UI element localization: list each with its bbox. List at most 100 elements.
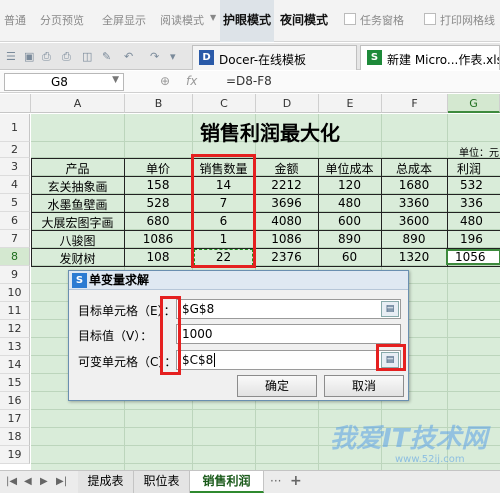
sheet-tab-sales-profit[interactable]: 销售利润: [190, 471, 264, 493]
row-header-1[interactable]: 1: [0, 114, 30, 142]
reading-mode-button[interactable]: 阅读模式: [160, 12, 204, 28]
cell-d4[interactable]: 2212: [255, 178, 318, 192]
cell-f8[interactable]: 1320: [381, 250, 447, 264]
cell-b6[interactable]: 680: [124, 214, 192, 228]
tab-workbook[interactable]: S 新建 Micro...作表.xlsx: [360, 45, 500, 70]
cell-a6[interactable]: 大展宏图字画: [31, 214, 124, 231]
dialog-title-bar[interactable]: S 单变量求解: [69, 271, 408, 290]
first-sheet-icon[interactable]: |◀: [6, 476, 17, 487]
cell-a7[interactable]: 八骏图: [31, 232, 124, 249]
file-menu-icon[interactable]: ☰: [6, 50, 16, 63]
cell-a8[interactable]: 发财树: [31, 250, 124, 267]
format-painter-icon[interactable]: ✎: [102, 50, 111, 63]
row-header-2[interactable]: 2: [0, 142, 30, 158]
cell-a5[interactable]: 水墨鱼壁画: [31, 196, 124, 213]
ok-button[interactable]: 确定: [237, 375, 317, 397]
cell-d5[interactable]: 3696: [255, 196, 318, 210]
eye-protection-mode-button[interactable]: 护眼模式: [223, 11, 271, 28]
sheet-tab-commission[interactable]: 提成表: [78, 471, 134, 493]
row-header-15[interactable]: 15: [0, 374, 30, 392]
last-sheet-icon[interactable]: ▶|: [56, 476, 67, 487]
cell-g4[interactable]: 532: [447, 178, 500, 192]
cell-f5[interactable]: 3360: [381, 196, 447, 210]
cell-f4[interactable]: 1680: [381, 178, 447, 192]
night-mode-button[interactable]: 夜间模式: [280, 11, 328, 28]
cell-e7[interactable]: 890: [318, 232, 381, 246]
name-box[interactable]: G8 ▼: [4, 73, 124, 91]
export-icon[interactable]: ⎙: [42, 50, 51, 64]
row-header-10[interactable]: 10: [0, 284, 30, 302]
row-header-14[interactable]: 14: [0, 356, 30, 374]
chevron-down-icon[interactable]: ▼: [112, 75, 119, 85]
cell-e5[interactable]: 480: [318, 196, 381, 210]
cell-e6[interactable]: 600: [318, 214, 381, 228]
row-header-6[interactable]: 6: [0, 212, 30, 230]
row-header-13[interactable]: 13: [0, 338, 30, 356]
cell-b4[interactable]: 158: [124, 178, 192, 192]
print-grid-checkbox[interactable]: [424, 13, 436, 25]
column-header-c[interactable]: C: [193, 94, 256, 113]
more-sheets-icon[interactable]: ···: [270, 474, 281, 488]
row-header-11[interactable]: 11: [0, 302, 30, 320]
add-sheet-icon[interactable]: +: [290, 473, 302, 489]
tab-workbook-label: 新建 Micro...作表.xlsx: [387, 53, 500, 67]
variable-cell-input[interactable]: $C$8 ▤: [176, 350, 401, 370]
cell-d6[interactable]: 4080: [255, 214, 318, 228]
cell-g5[interactable]: 336: [447, 196, 500, 210]
preview-icon[interactable]: ◫: [82, 50, 92, 63]
cell-e8[interactable]: 60: [318, 250, 381, 264]
cell-e4[interactable]: 120: [318, 178, 381, 192]
cell-d8[interactable]: 2376: [255, 250, 318, 264]
row-header-12[interactable]: 12: [0, 320, 30, 338]
cell-b8[interactable]: 108: [124, 250, 192, 264]
column-header-g[interactable]: G: [448, 94, 500, 113]
page-break-preview-button[interactable]: 分页预览: [40, 12, 84, 28]
undo-icon[interactable]: ↶: [124, 50, 133, 63]
row-header-5[interactable]: 5: [0, 194, 30, 212]
cell-b5[interactable]: 528: [124, 196, 192, 210]
row-header-18[interactable]: 18: [0, 428, 30, 446]
row-header-4[interactable]: 4: [0, 176, 30, 194]
more-icon[interactable]: ▾: [170, 50, 176, 63]
row-header-16[interactable]: 16: [0, 392, 30, 410]
normal-view-button[interactable]: 普通: [4, 12, 26, 28]
print-icon[interactable]: ⎙: [62, 50, 71, 64]
column-header-e[interactable]: E: [319, 94, 382, 113]
cell-d7[interactable]: 1086: [255, 232, 318, 246]
next-sheet-icon[interactable]: ▶: [40, 476, 48, 487]
column-header-b[interactable]: B: [125, 94, 193, 113]
task-pane-checkbox[interactable]: [344, 13, 356, 25]
select-all-corner[interactable]: [0, 94, 31, 113]
goal-value-input[interactable]: 1000: [176, 324, 401, 344]
column-header-f[interactable]: F: [382, 94, 448, 113]
column-header-d[interactable]: D: [256, 94, 319, 113]
row-header-8[interactable]: 8: [0, 248, 30, 266]
target-cell-input[interactable]: $G$8 ▤: [176, 299, 401, 319]
formula-input[interactable]: =D8-F8: [226, 74, 272, 88]
redo-icon[interactable]: ↷: [150, 50, 159, 63]
prev-sheet-icon[interactable]: ◀: [24, 476, 32, 487]
tab-docer[interactable]: D Docer-在线模板: [192, 45, 357, 70]
cell-reference: G8: [51, 75, 68, 89]
cell-a4[interactable]: 玄关抽象画: [31, 178, 124, 195]
range-select-icon[interactable]: ▤: [381, 301, 399, 317]
row-header-19[interactable]: 19: [0, 446, 30, 464]
cell-g7[interactable]: 196: [447, 232, 500, 246]
cell-b7[interactable]: 1086: [124, 232, 192, 246]
cancel-button[interactable]: 取消: [324, 375, 404, 397]
cell-f6[interactable]: 3600: [381, 214, 447, 228]
fullscreen-button[interactable]: 全屏显示: [102, 12, 146, 28]
cell-g8-selected[interactable]: 1056: [446, 249, 500, 265]
chevron-down-icon[interactable]: ▼: [210, 13, 216, 22]
column-header-a[interactable]: A: [31, 94, 125, 113]
zoom-icon[interactable]: ⊕: [160, 74, 170, 88]
cell-g6[interactable]: 480: [447, 214, 500, 228]
row-header-17[interactable]: 17: [0, 410, 30, 428]
fx-icon[interactable]: fx: [186, 74, 197, 88]
row-header-9[interactable]: 9: [0, 266, 30, 284]
save-icon[interactable]: ▣: [24, 50, 34, 63]
sheet-tab-position[interactable]: 职位表: [134, 471, 190, 493]
row-header-3[interactable]: 3: [0, 158, 30, 176]
row-header-7[interactable]: 7: [0, 230, 30, 248]
cell-f7[interactable]: 890: [381, 232, 447, 246]
